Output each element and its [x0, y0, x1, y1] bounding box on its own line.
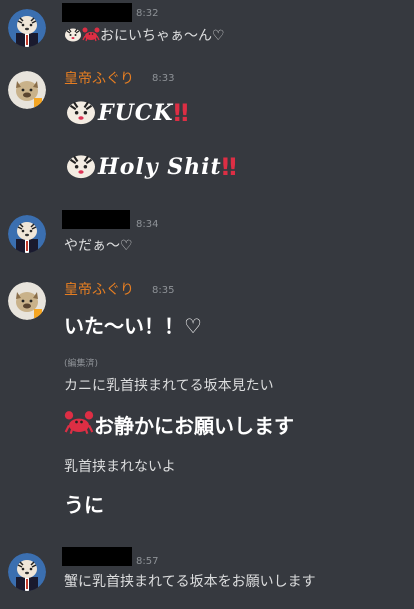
timestamp[interactable]: 8:34 [136, 219, 158, 230]
timestamp[interactable]: 8:32 [136, 8, 158, 19]
message-content: FUCK [98, 100, 174, 126]
double-exclamation-icon: ‼ [173, 99, 189, 127]
avatar[interactable] [8, 215, 46, 253]
message-text: カニに乳首挟まれてる坂本見たい [64, 378, 274, 394]
message-text: うに [64, 493, 104, 517]
avatar[interactable] [8, 71, 46, 109]
redacted-username[interactable] [62, 547, 132, 566]
username[interactable]: 皇帝ふぐり [64, 279, 134, 299]
tiger-emoji[interactable] [64, 26, 82, 46]
tiger-avatar-icon [8, 553, 46, 591]
redacted-username[interactable] [62, 210, 130, 229]
avatar[interactable] [8, 553, 46, 591]
crab-emoji[interactable] [64, 408, 94, 441]
message-text: おにいちゃぁ～ん♡ [64, 25, 225, 46]
hyena-avatar-icon [8, 282, 46, 320]
tiger-emoji[interactable] [64, 97, 98, 129]
message-text: やだぁ～♡ [64, 238, 133, 254]
timestamp[interactable]: 8:57 [136, 556, 158, 567]
message-text: 蟹に乳首挟まれてる坂本をお願いします [64, 574, 316, 590]
avatar[interactable] [8, 9, 46, 47]
edited-label: (編集済) [64, 359, 99, 369]
crab-emoji[interactable] [82, 26, 100, 46]
redacted-username[interactable] [62, 3, 132, 22]
message-content: お静かにお願いします [94, 414, 294, 438]
double-exclamation-icon: ‼ [221, 153, 237, 181]
message-text: FUCK‼ [64, 97, 188, 129]
message-content: Holy Shit [98, 154, 222, 180]
tiger-avatar-icon [8, 9, 46, 47]
hyena-avatar-icon [8, 71, 46, 109]
message-text: いた～い！！♡ [64, 314, 202, 338]
message-text: 乳首挟まれないよ [64, 459, 176, 475]
message-content: おにいちゃぁ～ん♡ [100, 28, 225, 44]
timestamp[interactable]: 8:35 [152, 285, 174, 296]
message-text: Holy Shit‼ [64, 151, 237, 183]
username[interactable]: 皇帝ふぐり [64, 68, 134, 88]
tiger-avatar-icon [8, 215, 46, 253]
avatar[interactable] [8, 282, 46, 320]
message-text: お静かにお願いします [64, 408, 294, 441]
timestamp[interactable]: 8:33 [152, 73, 174, 84]
tiger-emoji[interactable] [64, 151, 98, 183]
